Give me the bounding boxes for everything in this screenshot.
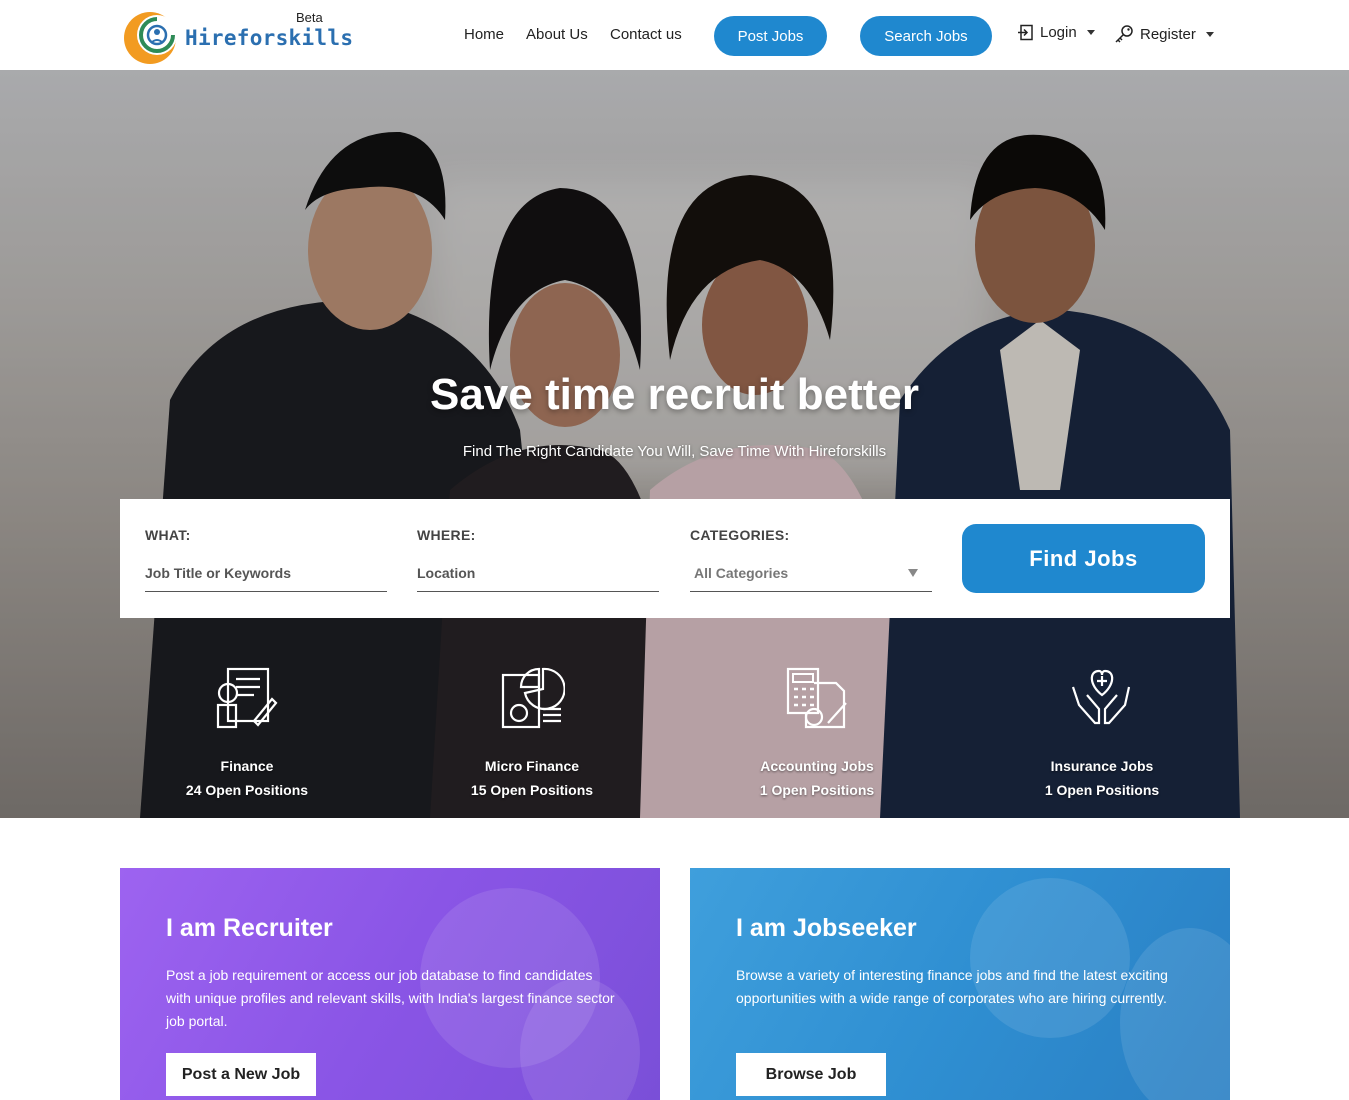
card-background-decoration <box>970 878 1130 1038</box>
category-insurance-jobs[interactable]: Insurance Jobs 1 Open Positions <box>987 665 1217 798</box>
category-select-value: All Categories <box>694 565 789 581</box>
dropdown-arrow-icon <box>908 569 918 577</box>
post-new-job-button[interactable]: Post a New Job <box>166 1053 316 1096</box>
login-dropdown[interactable]: Login <box>1017 24 1095 41</box>
category-select[interactable]: All Categories <box>690 565 932 592</box>
jobseeker-title: I am Jobseeker <box>736 914 917 942</box>
logo-mark-icon <box>124 12 177 64</box>
finance-document-icon <box>216 667 278 729</box>
what-label: WHAT: <box>145 527 191 543</box>
category-count: 1 Open Positions <box>759 782 875 798</box>
category-name: Insurance Jobs <box>1050 758 1154 774</box>
hero-subtitle: Find The Right Candidate You Will, Save … <box>462 443 887 460</box>
beta-badge: Beta <box>296 10 323 25</box>
browse-job-button[interactable]: Browse Job <box>736 1053 886 1096</box>
category-label: CATEGORIES: <box>690 527 790 543</box>
category-name: Micro Finance <box>484 758 580 774</box>
location-input[interactable]: Location <box>417 565 659 592</box>
recruiter-title: I am Recruiter <box>166 914 333 942</box>
category-accounting-jobs[interactable]: Accounting Jobs 1 Open Positions <box>702 665 932 798</box>
logo-text: Hireforskills <box>185 26 354 50</box>
find-jobs-button[interactable]: Find Jobs <box>962 524 1205 593</box>
category-name: Accounting Jobs <box>760 758 874 774</box>
hero-title: Save time recruit better <box>429 370 920 419</box>
login-icon <box>1018 24 1033 41</box>
register-label: Register <box>1140 25 1196 43</box>
hero-banner: Save time recruit better Find The Right … <box>0 70 1349 818</box>
jobseeker-card: I am Jobseeker Browse a variety of inter… <box>690 868 1230 1100</box>
category-name: Finance <box>220 758 274 774</box>
chevron-down-icon <box>1086 30 1095 35</box>
category-field: CATEGORIES: All Categories <box>690 527 932 592</box>
pie-chart-report-icon <box>501 667 566 729</box>
nav-contact-link[interactable]: Contact us <box>610 26 682 43</box>
jobseeker-description: Browse a variety of interesting finance … <box>736 967 1168 1006</box>
recruiter-card: I am Recruiter Post a job requirement or… <box>120 868 660 1100</box>
recruiter-description: Post a job requirement or access our job… <box>166 967 615 1029</box>
job-search-panel: WHAT: Job Title or Keywords WHERE: Locat… <box>120 499 1230 618</box>
nav-about-link[interactable]: About Us <box>526 26 588 43</box>
search-jobs-button[interactable]: Search Jobs <box>860 16 992 56</box>
chevron-down-icon <box>1205 31 1214 37</box>
key-icon <box>1115 25 1133 43</box>
category-count: 24 Open Positions <box>185 782 309 798</box>
card-background-decoration <box>1120 928 1230 1100</box>
what-field: WHAT: Job Title or Keywords <box>145 527 387 592</box>
calculator-invoice-icon <box>786 667 847 729</box>
where-field: WHERE: Location <box>417 527 659 592</box>
top-navbar: Hireforskills Beta Home About Us Contact… <box>0 0 1349 70</box>
category-finance[interactable]: Finance 24 Open Positions <box>132 665 362 798</box>
register-dropdown[interactable]: Register <box>1114 24 1214 44</box>
keyword-input[interactable]: Job Title or Keywords <box>145 565 387 592</box>
login-label: Login <box>1040 24 1077 41</box>
where-label: WHERE: <box>417 527 476 543</box>
category-micro-finance[interactable]: Micro Finance 15 Open Positions <box>417 665 647 798</box>
post-jobs-button[interactable]: Post Jobs <box>714 16 827 56</box>
hands-heart-icon <box>1071 669 1131 725</box>
nav-home-link[interactable]: Home <box>464 26 504 43</box>
category-count: 15 Open Positions <box>470 782 594 798</box>
category-count: 1 Open Positions <box>1044 782 1160 798</box>
site-logo[interactable]: Hireforskills Beta <box>122 6 353 66</box>
